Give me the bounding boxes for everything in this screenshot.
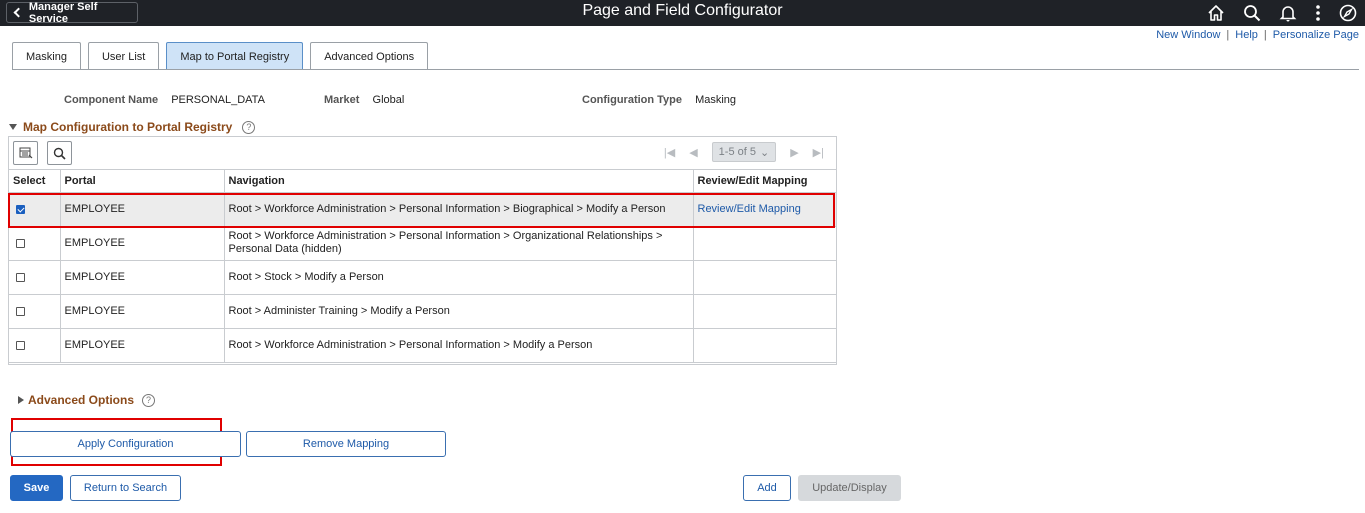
add-button[interactable]: Add bbox=[743, 475, 791, 501]
config-type-label: Configuration Type bbox=[582, 94, 683, 106]
personalize-page-link[interactable]: Personalize Page bbox=[1273, 29, 1359, 41]
grid-settings-icon bbox=[19, 147, 32, 159]
page-title: Page and Field Configurator bbox=[582, 2, 783, 19]
market-value: Global bbox=[372, 94, 405, 106]
search-icon[interactable] bbox=[1243, 4, 1261, 22]
personalize-grid-button[interactable] bbox=[13, 141, 38, 165]
header-actions bbox=[1207, 2, 1357, 24]
component-info: Component Name PERSONAL_DATA bbox=[64, 94, 265, 106]
navigation-cell: Root > Workforce Administration > Person… bbox=[224, 226, 694, 261]
config-type-value: Masking bbox=[695, 94, 737, 106]
portal-cell: EMPLOYEE bbox=[60, 192, 225, 227]
new-window-link[interactable]: New Window bbox=[1156, 29, 1220, 41]
component-name-value: PERSONAL_DATA bbox=[171, 94, 265, 106]
advanced-options-title: Advanced Options bbox=[28, 393, 135, 407]
collapse-triangle-icon bbox=[9, 124, 17, 130]
row-select-checkbox[interactable] bbox=[16, 238, 25, 248]
advanced-options-section-header[interactable]: Advanced Options ? bbox=[18, 393, 156, 407]
tab-masking[interactable]: Masking bbox=[12, 42, 81, 70]
mapping-cell bbox=[693, 294, 836, 329]
help-link[interactable]: Help bbox=[1235, 29, 1258, 41]
next-page-icon[interactable]: ▶ bbox=[790, 146, 798, 159]
mapping-cell bbox=[693, 328, 836, 363]
tab-label: User List bbox=[101, 50, 146, 63]
portal-cell: EMPLOYEE bbox=[60, 294, 225, 329]
row-select-checkbox[interactable] bbox=[16, 340, 25, 350]
previous-page-icon[interactable]: ◀ bbox=[689, 146, 697, 159]
row-select-checkbox[interactable] bbox=[16, 272, 25, 282]
tab-label: Map to Portal Registry bbox=[180, 50, 290, 63]
column-header-select: Select bbox=[9, 170, 61, 193]
apply-configuration-button[interactable]: Apply Configuration bbox=[10, 431, 241, 457]
update-display-button[interactable]: Update/Display bbox=[798, 475, 901, 501]
tab-divider bbox=[12, 69, 1359, 70]
navigation-cell: Root > Stock > Modify a Person bbox=[224, 260, 694, 295]
table-row: EMPLOYEE Root > Workforce Administration… bbox=[9, 192, 836, 227]
column-header-portal: Portal bbox=[60, 170, 225, 193]
navigation-cell: Root > Workforce Administration > Person… bbox=[224, 192, 694, 227]
find-in-grid-button[interactable] bbox=[47, 141, 72, 165]
map-config-section-header[interactable]: Map Configuration to Portal Registry ? bbox=[9, 120, 256, 134]
expand-triangle-icon bbox=[18, 396, 24, 404]
bell-icon[interactable] bbox=[1279, 4, 1297, 22]
column-header-review-edit-mapping: Review/Edit Mapping bbox=[693, 170, 836, 193]
mapping-cell bbox=[693, 260, 836, 295]
column-header-navigation: Navigation bbox=[224, 170, 694, 193]
market-label: Market bbox=[324, 94, 360, 106]
search-icon bbox=[53, 147, 66, 160]
tab-label: Advanced Options bbox=[324, 50, 415, 63]
portal-cell: EMPLOYEE bbox=[60, 328, 225, 363]
mapping-cell bbox=[693, 226, 836, 261]
grid-toolbar: |◀ ◀ 1-5 of 5 ⌄ ▶ ▶| bbox=[9, 137, 836, 170]
tab-label: Masking bbox=[26, 50, 67, 63]
table-row: EMPLOYEE Root > Workforce Administration… bbox=[9, 226, 836, 261]
table-row: EMPLOYEE Root > Stock > Modify a Person bbox=[9, 260, 836, 295]
review-edit-mapping-link[interactable]: Review/Edit Mapping bbox=[698, 203, 801, 215]
home-icon[interactable] bbox=[1207, 4, 1225, 22]
section-title: Map Configuration to Portal Registry bbox=[23, 120, 233, 134]
first-page-icon[interactable]: |◀ bbox=[664, 146, 675, 159]
row-range-label: 1-5 of 5 bbox=[718, 146, 756, 158]
component-name-label: Component Name bbox=[64, 94, 159, 106]
config-type-info: Configuration Type Masking bbox=[582, 94, 736, 106]
grid-header-row: Select Portal Navigation Review/Edit Map… bbox=[9, 170, 836, 193]
navbar-compass-icon[interactable] bbox=[1339, 4, 1357, 22]
top-bar: Manager Self Service Page and Field Conf… bbox=[0, 0, 1365, 26]
actions-menu-icon[interactable] bbox=[1315, 4, 1321, 22]
help-icon[interactable]: ? bbox=[142, 393, 156, 407]
portal-cell: EMPLOYEE bbox=[60, 226, 225, 261]
portal-registry-grid: |◀ ◀ 1-5 of 5 ⌄ ▶ ▶| Select Portal Naviga… bbox=[8, 136, 837, 365]
remove-mapping-button[interactable]: Remove Mapping bbox=[246, 431, 446, 457]
table-row: EMPLOYEE Root > Administer Training > Mo… bbox=[9, 294, 836, 329]
utility-links: New Window | Help | Personalize Page bbox=[1156, 29, 1359, 41]
tab-bar: Masking User List Map to Portal Registry… bbox=[12, 42, 429, 70]
table-row: EMPLOYEE Root > Workforce Administration… bbox=[9, 328, 836, 363]
help-icon[interactable]: ? bbox=[242, 120, 256, 134]
last-page-icon[interactable]: ▶| bbox=[813, 146, 824, 159]
row-range-select[interactable]: 1-5 of 5 ⌄ bbox=[711, 142, 777, 162]
grid-table: Select Portal Navigation Review/Edit Map… bbox=[9, 170, 836, 363]
chevron-down-icon: ⌄ bbox=[759, 146, 770, 159]
portal-cell: EMPLOYEE bbox=[60, 260, 225, 295]
tab-advanced-options[interactable]: Advanced Options bbox=[310, 42, 429, 70]
tab-map-to-portal-registry[interactable]: Map to Portal Registry bbox=[166, 42, 304, 70]
navigation-cell: Root > Administer Training > Modify a Pe… bbox=[224, 294, 694, 329]
tab-user-list[interactable]: User List bbox=[87, 42, 160, 70]
row-select-checkbox[interactable] bbox=[16, 306, 25, 316]
return-to-search-button[interactable]: Return to Search bbox=[70, 475, 181, 501]
navigation-cell: Root > Workforce Administration > Person… bbox=[224, 328, 694, 363]
save-button[interactable]: Save bbox=[10, 475, 63, 501]
grid-pager: |◀ ◀ 1-5 of 5 ⌄ ▶ ▶| bbox=[664, 142, 824, 162]
market-info: Market Global bbox=[324, 94, 404, 106]
row-select-checkbox[interactable] bbox=[16, 204, 25, 214]
